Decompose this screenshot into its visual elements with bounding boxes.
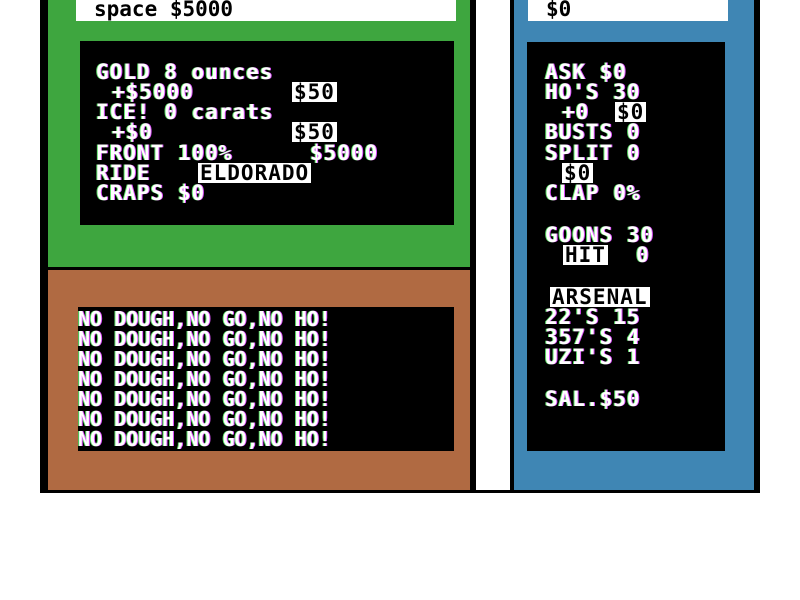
craps-line: CRAPS $0 xyxy=(96,181,206,205)
hos-line: HO'S 30 xyxy=(545,80,641,104)
hos-plus: +0 xyxy=(562,100,590,124)
split-value[interactable]: $0 xyxy=(562,163,594,184)
hos-plus-value[interactable]: $0 xyxy=(615,102,647,123)
split-line: SPLIT 0 xyxy=(545,141,641,165)
busts-line: BUSTS 0 xyxy=(545,120,641,144)
goons-line: GOONS 30 xyxy=(545,223,655,247)
arsenal-header: ARSENAL xyxy=(550,285,650,309)
ask-line: ASK $0 xyxy=(545,60,627,84)
motto-line: NO DOUGH,NO GO,NO HO! xyxy=(78,387,331,411)
motto-line: NO DOUGH,NO GO,NO HO! xyxy=(78,427,331,451)
salary-line: SAL.$50 xyxy=(545,387,641,411)
ice-quantity: ICE! 0 carats xyxy=(96,100,274,124)
ice-value: +$0 xyxy=(112,120,153,144)
motto-line: NO DOUGH,NO GO,NO HO! xyxy=(78,307,331,331)
gold-quantity: GOLD 8 ounces xyxy=(96,60,274,84)
panel-divider xyxy=(476,0,510,490)
clap-line: CLAP 0% xyxy=(545,181,641,205)
motto-line: NO DOUGH,NO GO,NO HO! xyxy=(78,347,331,371)
weapon-357: 357'S 4 xyxy=(545,325,641,349)
ride-value[interactable]: ELDORADO xyxy=(198,163,312,184)
front-value: $5000 xyxy=(310,141,379,165)
goons-tag[interactable]: HIT xyxy=(563,245,608,266)
front-label: FRONT 100% xyxy=(96,141,233,165)
gold-value: +$5000 xyxy=(112,80,194,104)
gold-price-field[interactable]: $50 xyxy=(292,82,337,103)
ice-price-field[interactable]: $50 xyxy=(292,122,337,143)
goons-count: 0 xyxy=(636,243,650,267)
motto-line: NO DOUGH,NO GO,NO HO! xyxy=(78,407,331,431)
motto-line: NO DOUGH,NO GO,NO HO! xyxy=(78,327,331,351)
ride-label: RIDE xyxy=(96,161,151,185)
weapon-22: 22'S 15 xyxy=(545,305,641,329)
weapon-uzi: UZI'S 1 xyxy=(545,345,641,369)
cash-status-bar: $0 xyxy=(528,0,728,21)
motto-line: NO DOUGH,NO GO,NO HO! xyxy=(78,367,331,391)
space-status-bar: space $5000 xyxy=(76,0,456,21)
